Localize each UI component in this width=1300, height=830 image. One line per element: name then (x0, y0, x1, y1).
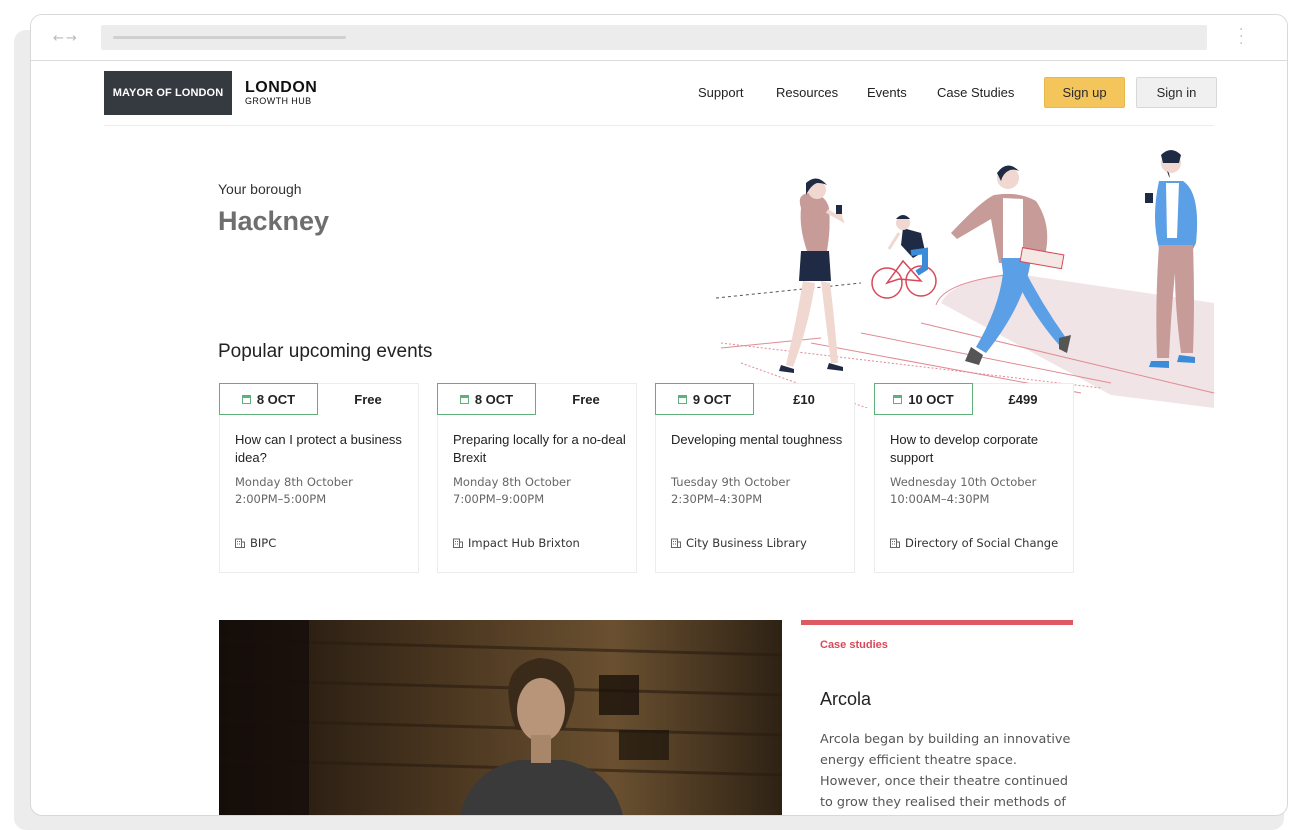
growth-hub-logo-line2: GROWTH HUB (245, 96, 312, 106)
event-price: £499 (1008, 391, 1038, 407)
event-venue: BIPC (235, 536, 276, 550)
event-price: Free (354, 391, 382, 407)
calendar-icon (893, 394, 903, 404)
growth-hub-logo[interactable]: LONDON GROWTH HUB (245, 79, 318, 107)
building-icon (235, 538, 245, 548)
signin-button[interactable]: Sign in (1136, 77, 1217, 108)
event-card[interactable]: 9 OCT £10 Developing mental toughness Tu… (655, 383, 855, 573)
nav-support[interactable]: Support (698, 85, 744, 100)
event-date: 8 OCT (474, 391, 514, 407)
event-card[interactable]: 8 OCT Free Preparing locally for a no-de… (437, 383, 637, 573)
event-date-badge: 8 OCT (437, 383, 536, 415)
event-venue-name: BIPC (250, 536, 277, 550)
event-title[interactable]: How to develop corporate support (890, 431, 1065, 467)
event-venue-name: Impact Hub Brixton (468, 536, 580, 550)
event-time: 2:30PM–4:30PM (671, 492, 763, 506)
event-card[interactable]: 10 OCT £499 How to develop corporate sup… (874, 383, 1074, 573)
event-price: £10 (793, 391, 815, 407)
events-heading: Popular upcoming events (218, 341, 433, 362)
mayor-logo-text: MAYOR OF LONDON (112, 87, 224, 99)
case-study-text: Arcola began by building an innovative e… (820, 732, 1071, 810)
event-date-badge: 9 OCT (655, 383, 754, 415)
nav-events[interactable]: Events (867, 85, 907, 100)
event-venue: Directory of Social Change (890, 536, 1058, 550)
event-date-badge: 8 OCT (219, 383, 318, 415)
nav-case-studies[interactable]: Case Studies (937, 85, 1014, 100)
event-title[interactable]: Preparing locally for a no-deal Brexit (453, 431, 628, 467)
event-date: 9 OCT (692, 391, 732, 407)
signup-button[interactable]: Sign up (1044, 77, 1125, 108)
event-venue-name: City Business Library (686, 536, 807, 550)
case-study-accent-bar (801, 620, 1073, 625)
event-venue: Impact Hub Brixton (453, 536, 580, 550)
event-venue-name: Directory of Social Change (905, 536, 1059, 550)
event-date-badge: 10 OCT (874, 383, 973, 415)
mayor-of-london-logo[interactable]: MAYOR OF LONDON (104, 71, 232, 115)
case-study-title[interactable]: Arcola (820, 689, 871, 710)
browser-menu-icon[interactable]: · · · (1239, 23, 1243, 51)
borough-label: Your borough (218, 181, 302, 197)
event-title[interactable]: How can I protect a business idea? (235, 431, 410, 467)
woman-with-phone (779, 178, 845, 373)
event-time: 2:00PM–5:00PM (235, 492, 327, 506)
event-day: Monday 8th October (453, 475, 571, 489)
growth-hub-logo-line1: LONDON (245, 79, 318, 96)
calendar-icon (459, 394, 469, 404)
event-day: Monday 8th October (235, 475, 353, 489)
back-forward-arrows-icon[interactable]: ←→ (53, 31, 79, 46)
event-time: 10:00AM–4:30PM (890, 492, 990, 506)
browser-toolbar: ←→ · · · (31, 15, 1287, 61)
building-icon (671, 538, 681, 548)
calendar-icon (241, 394, 251, 404)
cyclist (871, 215, 937, 299)
case-study-label[interactable]: Case studies (820, 639, 888, 651)
building-icon (890, 538, 900, 548)
calendar-icon (677, 394, 687, 404)
event-day: Wednesday 10th October (890, 475, 1037, 489)
event-venue: City Business Library (671, 536, 807, 550)
nav-resources[interactable]: Resources (776, 85, 838, 100)
case-study-photo[interactable] (219, 620, 782, 816)
event-time: 7:00PM–9:00PM (453, 492, 545, 506)
building-icon (453, 538, 463, 548)
borough-name: Hackney (218, 206, 330, 236)
browser-window: ←→ · · · MAYOR OF LONDON LONDON GROWTH HUB… (30, 14, 1288, 816)
header-divider (104, 125, 1214, 126)
event-day: Tuesday 9th October (671, 475, 791, 489)
event-date: 10 OCT (908, 391, 954, 407)
people-street-illustration (715, 150, 1215, 408)
event-card[interactable]: 8 OCT Free How can I protect a business … (219, 383, 419, 573)
event-price: Free (572, 391, 600, 407)
address-bar[interactable] (101, 25, 1207, 50)
event-title[interactable]: Developing mental toughness (671, 431, 846, 449)
url-placeholder (113, 36, 346, 39)
event-date: 8 OCT (256, 391, 296, 407)
